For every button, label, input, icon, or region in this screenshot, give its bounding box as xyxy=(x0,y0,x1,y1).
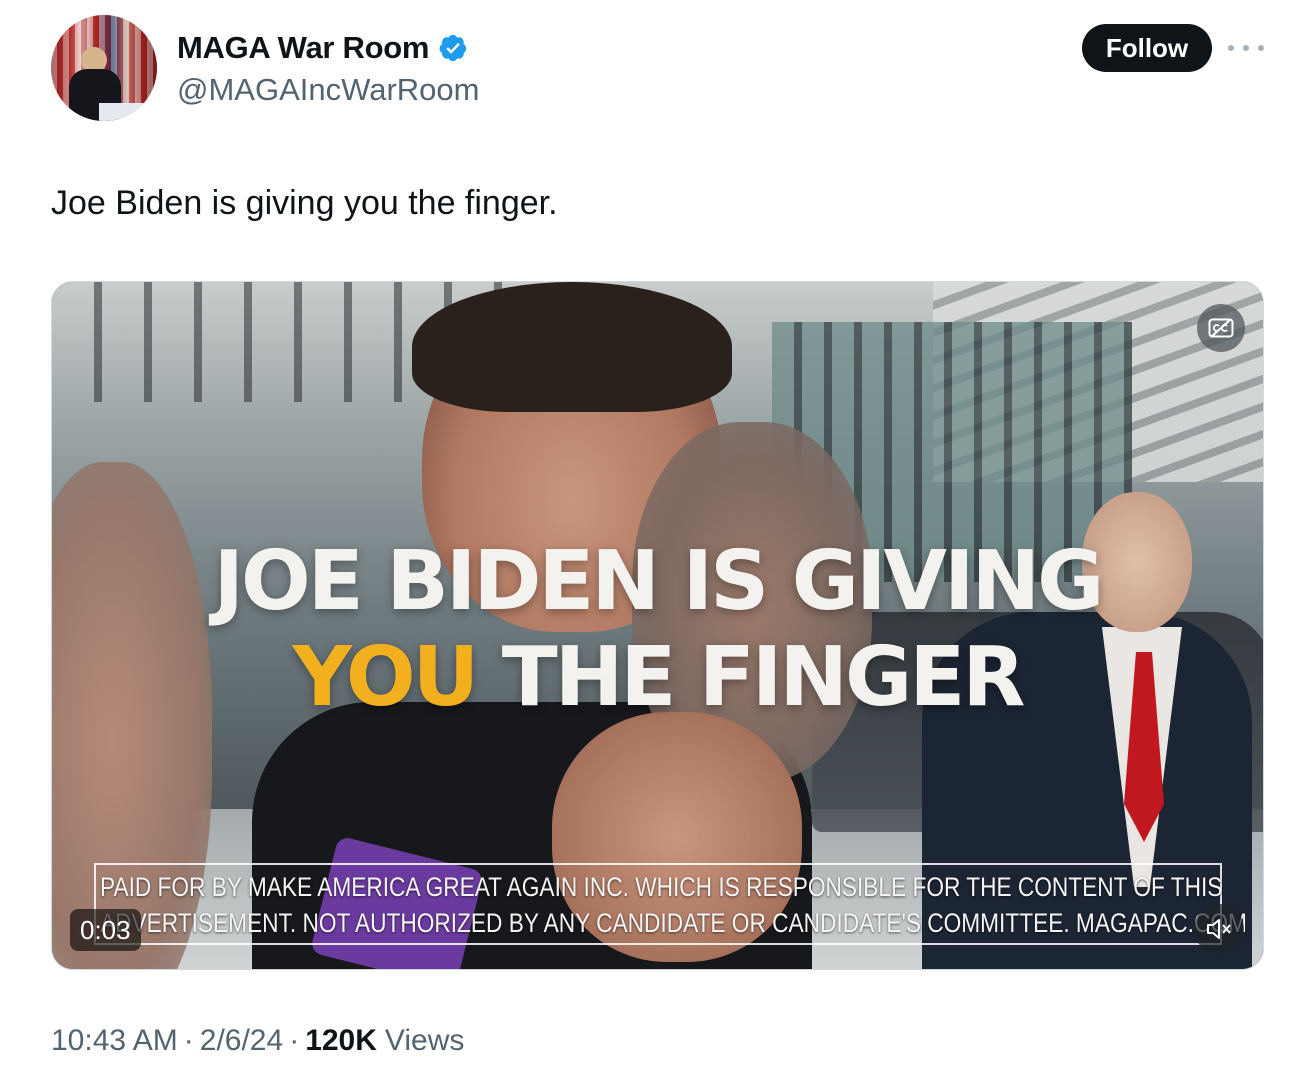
meta-separator: · xyxy=(289,1024,300,1057)
avatar-podium xyxy=(99,103,157,121)
more-dot xyxy=(1258,45,1264,51)
captions-glyph xyxy=(1208,318,1234,338)
video-disclaimer-line1: PAID FOR BY MAKE AMERICA GREAT AGAIN INC… xyxy=(100,872,1223,902)
video-player[interactable]: JOE BIDEN IS GIVING YOU THE FINGER PAID … xyxy=(51,281,1264,970)
video-headline-highlight: YOU xyxy=(292,630,479,725)
follow-button[interactable]: Follow xyxy=(1082,24,1212,72)
meta-separator: · xyxy=(183,1024,194,1057)
author-display-name[interactable]: MAGA War Room xyxy=(177,30,429,66)
video-headline-line2: YOU THE FINGER xyxy=(52,630,1263,726)
author-name-row[interactable]: MAGA War Room xyxy=(177,30,468,66)
video-disclaimer-line2: ADVERTISEMENT. NOT AUTHORIZED BY ANY CAN… xyxy=(100,908,1247,938)
video-disclaimer: PAID FOR BY MAKE AMERICA GREAT AGAIN INC… xyxy=(100,869,1247,941)
more-dot xyxy=(1228,45,1234,51)
video-headline: JOE BIDEN IS GIVING YOU THE FINGER xyxy=(52,534,1263,726)
tweet-time[interactable]: 10:43 AM xyxy=(51,1024,178,1058)
tweet-date[interactable]: 2/6/24 xyxy=(200,1024,283,1058)
views-count[interactable]: 120K xyxy=(305,1024,377,1058)
views-label[interactable]: Views xyxy=(385,1024,464,1058)
tweet-meta: 10:43 AM · 2/6/24 · 120K Views xyxy=(51,1024,464,1058)
more-horizontal-icon[interactable] xyxy=(1228,38,1264,58)
speaker-glyph xyxy=(1207,919,1231,939)
video-headline-line1: JOE BIDEN IS GIVING xyxy=(213,534,1105,629)
captions-off-icon[interactable] xyxy=(1197,304,1245,352)
tweet-text: Joe Biden is giving you the finger. xyxy=(51,184,558,222)
video-young-man-hair xyxy=(412,282,732,412)
more-dot xyxy=(1243,45,1249,51)
author-handle[interactable]: @MAGAIncWarRoom xyxy=(177,72,479,108)
video-duration-badge: 0:03 xyxy=(70,909,141,951)
avatar[interactable] xyxy=(51,15,157,121)
verified-badge-icon xyxy=(439,34,467,62)
video-headline-rest: THE FINGER xyxy=(476,630,1026,725)
speaker-muted-icon[interactable] xyxy=(1194,904,1244,954)
